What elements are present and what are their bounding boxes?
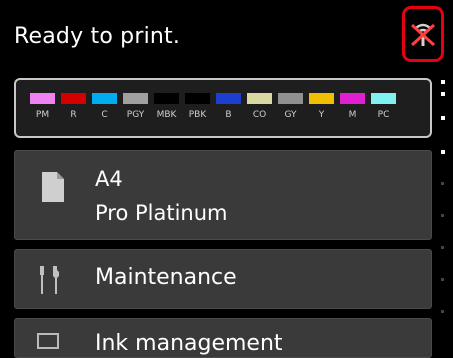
wireless-status-button[interactable] (402, 6, 444, 62)
ink-label: PC (377, 110, 390, 120)
maintenance-tools-icon (40, 266, 59, 294)
ink-swatch (123, 93, 148, 104)
ink-swatch (185, 93, 210, 104)
ink-label: M (348, 110, 357, 120)
ink-co: CO (245, 93, 274, 120)
ink-swatch (30, 93, 55, 104)
ink-b: B (214, 93, 243, 120)
ink-swatch (309, 93, 334, 104)
ink-swatch (340, 93, 365, 104)
maintenance-label: Maintenance (95, 265, 237, 290)
ink-swatch (154, 93, 179, 104)
ink-swatch (61, 93, 86, 104)
ink-pm: PM (28, 93, 57, 120)
ink-label: PBK (188, 110, 207, 120)
maintenance-item[interactable]: Maintenance (14, 249, 432, 309)
ink-label: CO (252, 110, 267, 120)
scroll-indicator[interactable] (440, 78, 446, 344)
ink-pgy: PGY (121, 93, 150, 120)
ink-level-panel[interactable]: PM R C PGY MBK PBK B CO GY Y M PC (14, 78, 432, 138)
ink-label: Y (318, 110, 325, 120)
wireless-disconnected-icon (410, 23, 436, 47)
ink-swatch (247, 93, 272, 104)
status-text: Ready to print. (14, 24, 181, 49)
ink-management-item[interactable]: Ink management (14, 318, 432, 358)
paper-settings-item[interactable]: A4 Pro Platinum (14, 150, 432, 240)
ink-management-icon (37, 333, 59, 349)
ink-label: R (70, 110, 77, 120)
ink-label: GY (284, 110, 297, 120)
ink-c: C (90, 93, 119, 120)
ink-level-list: PM R C PGY MBK PBK B CO GY Y M PC (28, 93, 400, 120)
ink-label: C (101, 110, 108, 120)
ink-y: Y (307, 93, 336, 120)
ink-swatch (278, 93, 303, 104)
status-header: Ready to print. (0, 0, 453, 72)
ink-m: M (338, 93, 367, 120)
paper-size-label: A4 (95, 167, 123, 191)
ink-label: PGY (126, 110, 145, 120)
ink-pc: PC (369, 93, 398, 120)
ink-gy: GY (276, 93, 305, 120)
ink-swatch (371, 93, 396, 104)
ink-label: PM (35, 110, 50, 120)
ink-swatch (216, 93, 241, 104)
ink-swatch (92, 93, 117, 104)
ink-pbk: PBK (183, 93, 212, 120)
ink-label: MBK (156, 110, 177, 120)
ink-label: B (225, 110, 232, 120)
paper-sheet-icon (42, 172, 64, 202)
ink-mbk: MBK (152, 93, 181, 120)
paper-type-label: Pro Platinum (95, 201, 228, 225)
ink-r: R (59, 93, 88, 120)
